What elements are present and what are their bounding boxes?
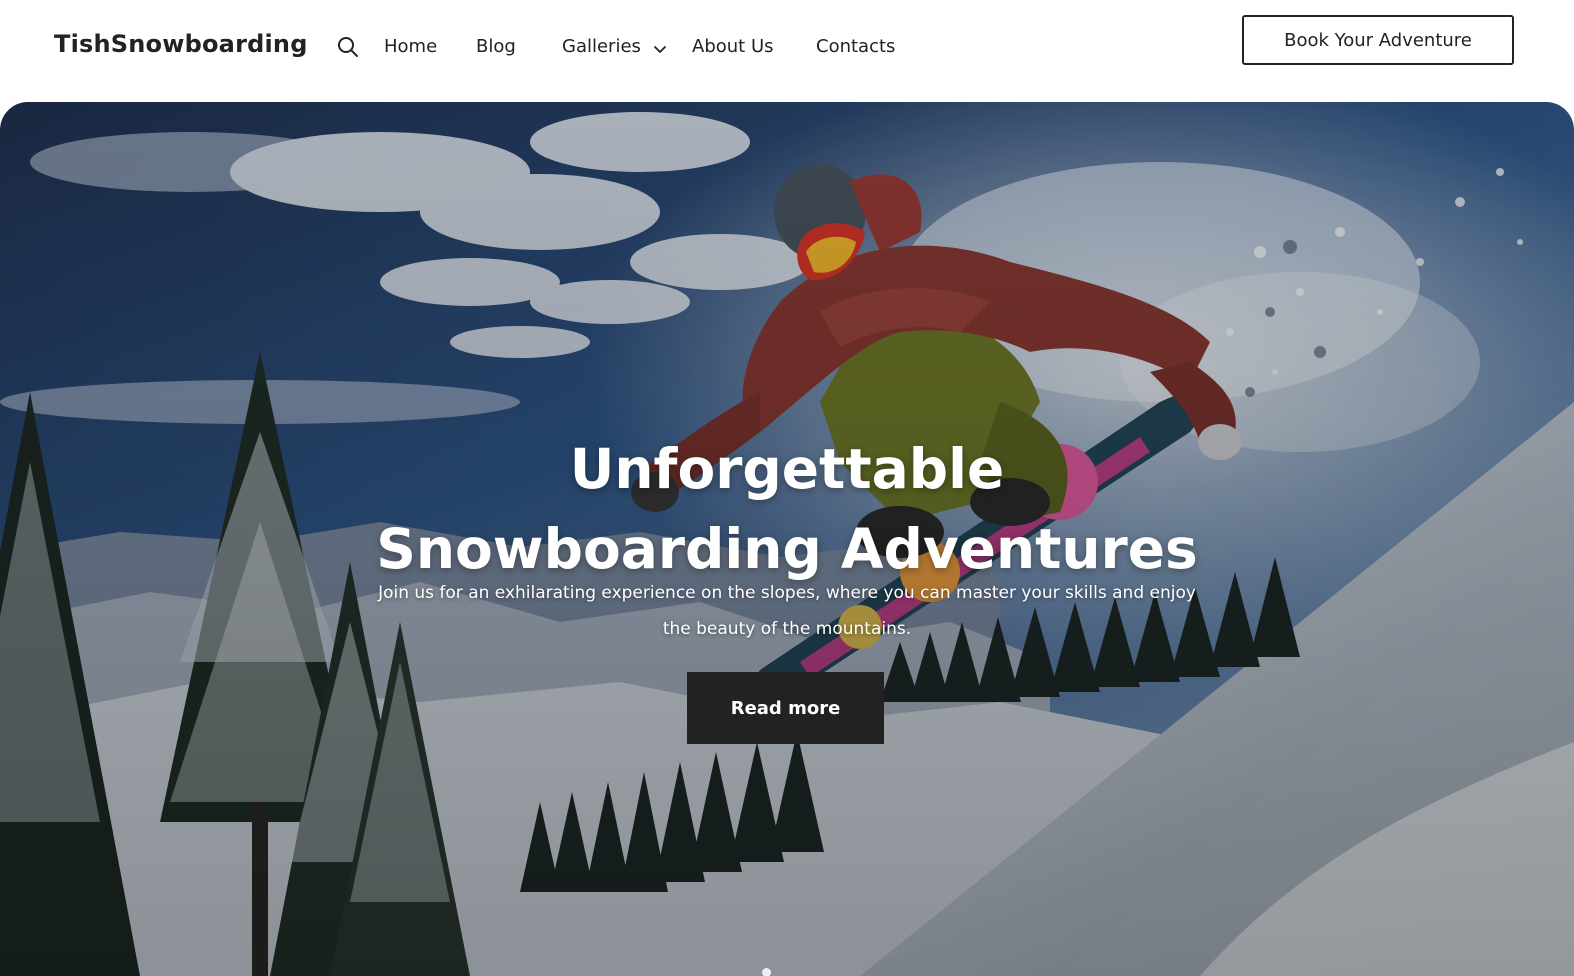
nav-about-us[interactable]: About Us: [692, 36, 774, 57]
site-header: TishSnowboarding Home Blog Galleries Abo…: [0, 0, 1574, 100]
page: TishSnowboarding Home Blog Galleries Abo…: [0, 0, 1574, 976]
read-more-button[interactable]: Read more: [687, 672, 884, 744]
search-icon[interactable]: [336, 35, 360, 59]
chevron-down-icon[interactable]: [652, 42, 668, 58]
carousel-indicator-dot[interactable]: [762, 968, 771, 976]
hero-section: Unforgettable Snowboarding Adventures Jo…: [0, 102, 1574, 976]
nav-contacts[interactable]: Contacts: [816, 36, 895, 57]
book-adventure-button[interactable]: Book Your Adventure: [1242, 15, 1514, 65]
nav-galleries[interactable]: Galleries: [562, 36, 641, 57]
nav-blog[interactable]: Blog: [476, 36, 516, 57]
nav-home[interactable]: Home: [384, 36, 437, 57]
site-logo[interactable]: TishSnowboarding: [54, 30, 308, 58]
hero-subtitle: Join us for an exhilarating experience o…: [378, 583, 1196, 639]
hero-title-line-1: Unforgettable: [569, 436, 1005, 501]
hero-title: Unforgettable Snowboarding Adventures: [287, 429, 1287, 589]
